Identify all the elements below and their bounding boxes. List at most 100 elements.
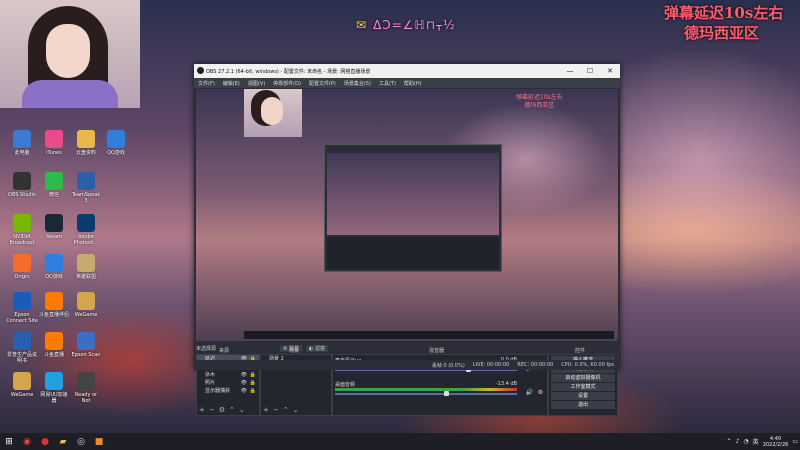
- desktop-icon-uu[interactable]: 网易UU加速器: [38, 372, 70, 404]
- mixer-channel: 桌面音频 -13.4 dB 🔊 ⚙: [333, 381, 547, 399]
- desktop-icon-label: OBS Studio: [8, 192, 36, 198]
- rec-timer: REC: 00:00:00: [517, 362, 554, 368]
- obs-preview-canvas[interactable]: 弹幕延迟10s左右 德玛西亚区: [196, 89, 618, 341]
- lock-icon[interactable]: 🔒: [250, 379, 256, 387]
- system-clock[interactable]: 4:40 2022/2/26: [763, 436, 789, 448]
- taskbar: ⊞ ◉ ● ▰ ◎ ■ ⌃ ♪ ◔ 英 4:40 2022/2/26 ▭: [0, 433, 800, 450]
- scene-down-icon[interactable]: ⌄: [293, 406, 303, 414]
- move-down-icon[interactable]: ⌄: [239, 406, 249, 414]
- manual-icon: [13, 332, 31, 350]
- obs-icon: [13, 172, 31, 190]
- dropped-frames: 丢帧 0 (0.0%): [431, 362, 465, 369]
- chrome-icon[interactable]: ◉: [18, 433, 36, 450]
- desktop-icon-epson[interactable]: Epson Connect Site: [6, 292, 38, 324]
- filters-button[interactable]: ◐ 滤镜: [306, 345, 328, 352]
- mixer-dock-title: 混音器: [429, 348, 445, 354]
- desktop-icon-lol[interactable]: 英雄联盟: [70, 254, 102, 280]
- network-icon[interactable]: ◔: [743, 438, 748, 445]
- desktop-icon-folder[interactable]: 云盘资料: [70, 130, 102, 156]
- volume-slider[interactable]: [335, 391, 517, 396]
- remove-scene-icon[interactable]: −: [273, 406, 283, 414]
- desktop-icon-nvidia[interactable]: NVIDIA Broadcast: [6, 214, 38, 246]
- preview-taskbar: [244, 331, 614, 339]
- maximize-button[interactable]: ☐: [580, 67, 600, 75]
- mail-icon: ✉: [356, 18, 368, 32]
- start-virtual-camera-button[interactable]: 启动虚拟摄像机: [551, 374, 615, 382]
- speaker-icon[interactable]: 🔊: [526, 389, 533, 396]
- desktop-icon-qqgame[interactable]: QQ游戏: [100, 130, 132, 156]
- desktop-icon-label: Adobe Photosh...: [73, 234, 99, 246]
- readyornot-icon: [77, 372, 95, 390]
- obs-statusbar: 丢帧 0 (0.0%) LIVE: 00:00:00 REC: 00:00:00…: [194, 360, 620, 370]
- desktop-icon-label: Ready or Not: [74, 392, 98, 404]
- menu-file[interactable]: 文件(F): [198, 80, 215, 87]
- desktop-icon-label: 云盘资料: [75, 150, 96, 156]
- exit-button[interactable]: 退出: [551, 401, 615, 409]
- stream-delay-notice: 弹幕延迟10s左右: [664, 4, 784, 22]
- gear-icon[interactable]: ⚙: [538, 389, 543, 396]
- lock-icon[interactable]: 🔒: [250, 371, 256, 379]
- menu-docks[interactable]: 停靠部件(D): [273, 80, 301, 87]
- desktop-icon-obs[interactable]: OBS Studio: [6, 172, 38, 198]
- desktop-icon-qqgame[interactable]: QQ游戏: [38, 254, 70, 280]
- close-button[interactable]: ✕: [600, 67, 620, 75]
- no-source-label: 未选择源: [196, 346, 217, 352]
- app-icon[interactable]: ■: [90, 433, 108, 450]
- source-item[interactable]: 显示器捕获 👁 🔒: [197, 387, 259, 395]
- menu-edit[interactable]: 编辑(E): [223, 80, 240, 87]
- obs-window[interactable]: OBS 27.2.1 (64-bit, windows) - 配置文件: 未命名…: [194, 64, 620, 416]
- desktop-icon-itunes[interactable]: iTunes: [38, 130, 70, 156]
- desktop-icon-label: 英雄联盟: [75, 274, 96, 280]
- volume-slider-handle[interactable]: [444, 391, 450, 396]
- menu-profile[interactable]: 配置文件(P): [309, 80, 336, 87]
- menu-scene-collection[interactable]: 场景集合(S): [344, 80, 371, 87]
- banner-text: ΔƆ=∠ℍ⊓ᚁ½: [373, 18, 456, 32]
- volume-icon[interactable]: ♪: [736, 438, 740, 445]
- minimize-button[interactable]: —: [560, 67, 580, 75]
- desktop-icon-wechat[interactable]: 微信: [38, 172, 70, 198]
- desktop-icon-label: QQ游戏: [107, 150, 125, 156]
- add-scene-icon[interactable]: +: [263, 406, 273, 414]
- notification-icon[interactable]: ▭: [792, 438, 798, 445]
- obs-titlebar[interactable]: OBS 27.2.1 (64-bit, windows) - 配置文件: 未命名…: [194, 64, 620, 78]
- desktop-icon-label: 微信: [48, 192, 59, 198]
- windows-start-icon[interactable]: ⊞: [0, 433, 18, 450]
- lock-icon[interactable]: 🔒: [250, 387, 256, 395]
- settings-button[interactable]: 设置: [551, 392, 615, 400]
- visibility-eye-icon[interactable]: 👁: [241, 387, 247, 395]
- scene-up-icon[interactable]: ⌃: [283, 406, 293, 414]
- input-language[interactable]: 英: [753, 437, 759, 446]
- computer-icon: [13, 130, 31, 148]
- netease-icon[interactable]: ●: [36, 433, 54, 450]
- studio-mode-button[interactable]: 工作室模式: [551, 383, 615, 391]
- desktop-icon-photoshop[interactable]: Adobe Photosh...: [70, 214, 102, 246]
- desktop-icon-wegame[interactable]: WeGame: [70, 292, 102, 318]
- source-item[interactable]: 照片 👁 🔒: [197, 379, 259, 387]
- remove-source-icon[interactable]: −: [209, 406, 219, 414]
- visibility-eye-icon[interactable]: 👁: [241, 379, 247, 387]
- chevron-up-icon[interactable]: ⌃: [727, 438, 732, 445]
- menu-view[interactable]: 视图(V): [248, 80, 265, 87]
- source-item[interactable]: 杂木 👁 🔒: [197, 371, 259, 379]
- visibility-eye-icon[interactable]: 👁: [241, 371, 247, 379]
- menu-help[interactable]: 帮助(H): [404, 80, 422, 87]
- desktop-icon-scan[interactable]: Epson Scan: [70, 332, 102, 358]
- desktop-icon-teamspeak[interactable]: TeamSpeak 3: [70, 172, 102, 204]
- desktop-icon-wegame[interactable]: WeGame: [6, 372, 38, 398]
- desktop-icon-computer[interactable]: 此电脑: [6, 130, 38, 156]
- move-up-icon[interactable]: ⌃: [229, 406, 239, 414]
- qqgame-icon: [107, 130, 125, 148]
- live-timer: LIVE: 00:00:00: [472, 362, 510, 368]
- desktop-icon-manual[interactable]: 爱普生产品说明书: [6, 332, 38, 364]
- system-tray: ⌃ ♪ ◔ 英 4:40 2022/2/26 ▭: [727, 433, 798, 450]
- desktop-icon-douyu[interactable]: 斗鱼直播: [38, 332, 70, 358]
- desktop-icon-readyornot[interactable]: Ready or Not: [70, 372, 102, 404]
- obs-icon[interactable]: ◎: [72, 433, 90, 450]
- source-settings-icon[interactable]: ⚙: [219, 406, 229, 414]
- desktop-icon-douyu[interactable]: 斗鱼直播伴侣: [38, 292, 70, 318]
- file-explorer-icon[interactable]: ▰: [54, 433, 72, 450]
- desktop-icon-origin[interactable]: Origin: [6, 254, 38, 280]
- add-source-icon[interactable]: +: [199, 406, 209, 414]
- menu-tools[interactable]: 工具(T): [379, 80, 396, 87]
- desktop-icon-steam[interactable]: Steam: [38, 214, 70, 240]
